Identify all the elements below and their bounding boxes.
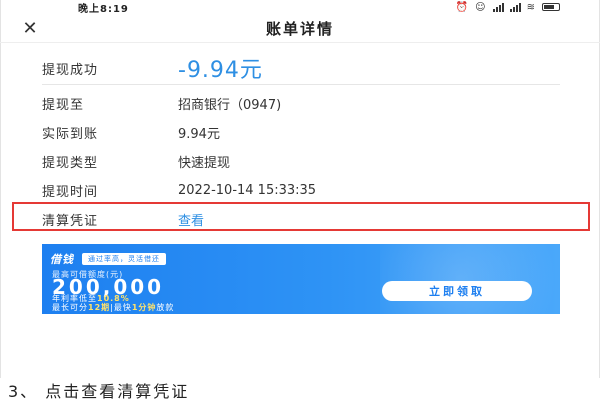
frame-edge-left	[0, 0, 1, 378]
detail-row-destination: 提现至 招商银行（0947)	[42, 94, 281, 113]
view-voucher-link[interactable]: 查看	[178, 210, 204, 229]
voucher-label: 清算凭证	[42, 214, 99, 229]
withdraw-status-row: 提现成功 -9.94元	[42, 52, 263, 84]
detail-value: 招商银行（0947)	[178, 98, 282, 113]
detail-label: 提现类型	[42, 156, 99, 171]
loan-banner[interactable]: 借钱 通过率高，灵活借还 最高可借额度(元) 200,000 年利率低至10.8…	[42, 244, 560, 314]
detail-label: 提现时间	[42, 185, 99, 200]
alarm-icon: ⏰	[455, 1, 470, 13]
instruction-caption: 3、 点击查看清算凭证	[8, 382, 190, 401]
banner-slogan: 通过率高，灵活借还	[82, 253, 166, 265]
status-bar: 晚上8:19 ⏰ ☺ ≋	[0, 0, 600, 15]
signal-2-icon	[509, 2, 521, 12]
banner-decoration	[380, 244, 560, 314]
detail-row-time: 提现时间 2022-10-14 15:33:35	[42, 181, 316, 200]
detail-label: 实际到账	[42, 127, 99, 142]
detail-value: 9.94元	[178, 127, 220, 142]
header: ✕ 账单详情	[0, 14, 600, 43]
term-text: 最长可分12期|最快1分钟放款	[52, 303, 175, 312]
detail-value: 快速提现	[178, 156, 231, 171]
divider	[42, 84, 560, 85]
battery-icon	[542, 3, 560, 11]
detail-label: 提现至	[42, 98, 85, 113]
brand-logo: 借钱	[50, 253, 74, 266]
detail-row-received: 实际到账 9.94元	[42, 123, 220, 142]
detail-row-voucher: 清算凭证 查看	[42, 210, 204, 229]
status-icons: ⏰ ☺ ≋	[456, 2, 560, 13]
status-time: 晚上8:19	[78, 3, 129, 15]
claim-button[interactable]: 立即领取	[382, 281, 532, 301]
face-icon: ☺	[475, 1, 487, 13]
close-icon[interactable]: ✕	[18, 16, 42, 40]
withdraw-amount: -9.94元	[178, 58, 263, 83]
withdraw-status-label: 提现成功	[42, 62, 99, 78]
signal-icon	[492, 2, 504, 12]
wifi-icon: ≋	[526, 1, 536, 13]
detail-value: 2022-10-14 15:33:35	[178, 183, 317, 198]
detail-row-type: 提现类型 快速提现	[42, 152, 230, 171]
page-title: 账单详情	[265, 19, 334, 38]
bill-detail-screen: 晚上8:19 ⏰ ☺ ≋ ✕ 账单详情 提现成功 -9.94元 提现至 招商银行…	[0, 0, 600, 378]
